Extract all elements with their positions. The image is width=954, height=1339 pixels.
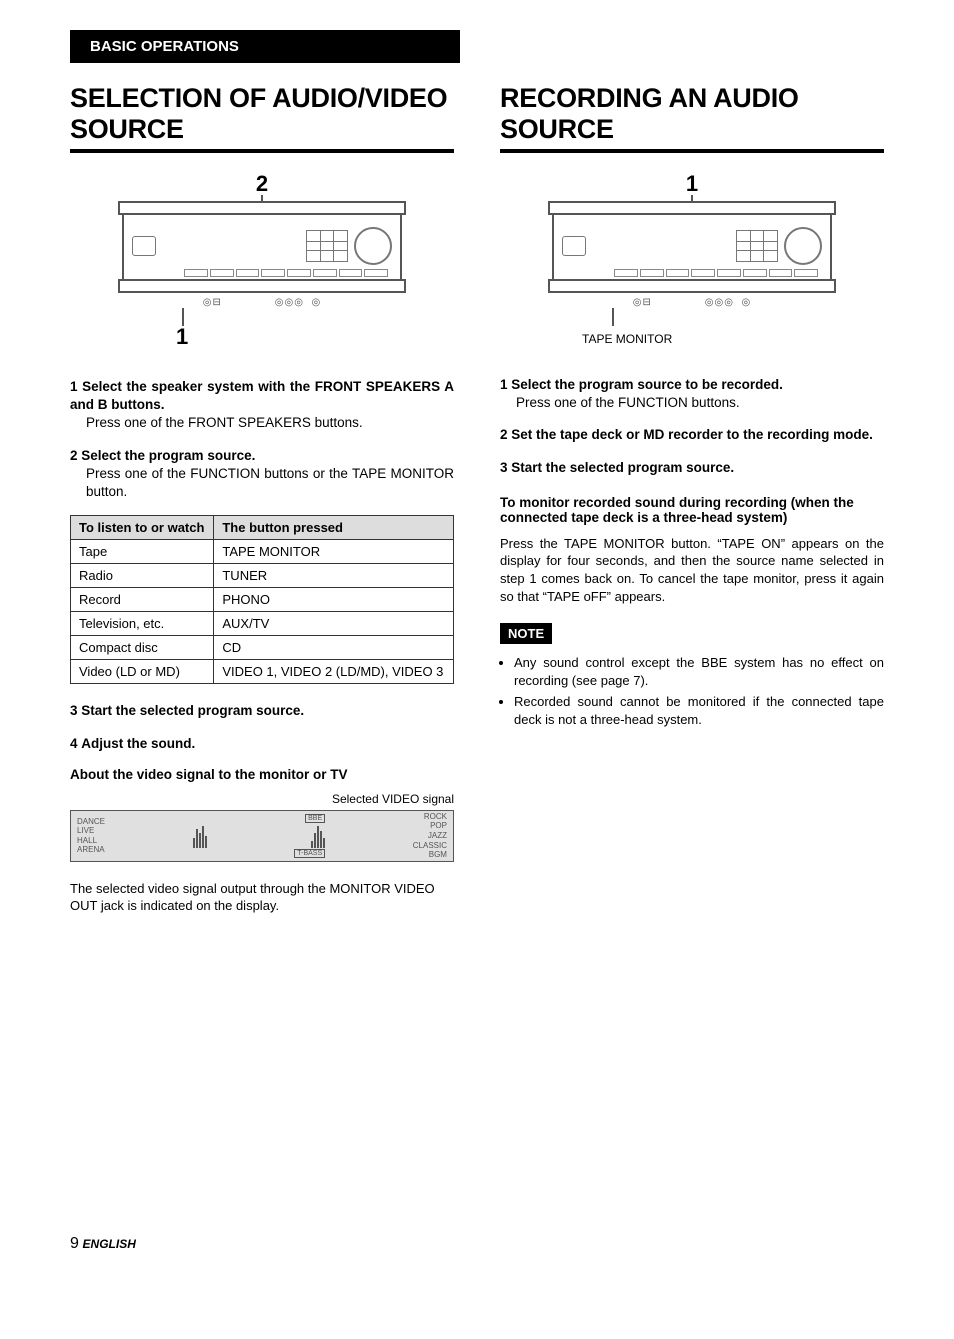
cell: AUX/TV [214,612,454,636]
table-header-row: To listen to or watch The button pressed [71,516,454,540]
device-grid-icon [306,230,348,262]
step-3: 3 Start the selected program source. [70,702,454,720]
step-num: 4 [70,736,78,751]
monitor-heading: To monitor recorded sound during recordi… [500,495,884,525]
table-row: RecordPHONO [71,588,454,612]
table-row: RadioTUNER [71,564,454,588]
step-num: 2 [500,427,508,442]
lcd-display: DANCE LIVE HALL ARENA BBE T-BASS ROCK PO… [70,810,454,862]
step-title: Select the speaker system with the FRONT… [70,379,454,412]
page-footer: 9 ENGLISH [70,1235,884,1253]
cell: PHONO [214,588,454,612]
device-slot-icon [562,236,586,256]
device-knob-icon [354,227,392,265]
cell: Radio [71,564,214,588]
device-grid-icon [736,230,778,262]
step-1: 1 Select the speaker system with the FRO… [70,378,454,433]
step-title: Select the program source to be recorded… [511,377,783,392]
step-num: 3 [500,460,508,475]
callout-label-1: 1 [552,173,832,195]
page-number: 9 [70,1235,79,1252]
step-num: 3 [70,703,78,718]
step-2: 2 Select the program source. Press one o… [70,447,454,502]
lcd-right-labels: ROCK POP JAZZ CLASSIC BGM [413,812,447,860]
step-title: Start the selected program source. [81,703,304,718]
step-1: 1 Select the program source to be record… [500,376,884,412]
lcd-tbass-badge: T-BASS [294,849,325,858]
device-outline [552,209,832,283]
lcd-bars-icon [311,824,325,848]
right-column: RECORDING AN AUDIO SOURCE 1 ◎⊟ [500,83,884,915]
cell: Compact disc [71,636,214,660]
language-label: ENGLISH [83,1237,136,1251]
monitor-body: Press the TAPE MONITOR button. “TAPE ON”… [500,535,884,605]
step-2: 2 Set the tape deck or MD recorder to th… [500,426,884,444]
device-bottom-controls: ◎⊟ ◎◎◎ ◎ [122,297,402,308]
step-body: Press one of the FUNCTION buttons. [500,394,884,412]
device-slot-icon [132,236,156,256]
step-num: 1 [70,379,78,394]
cell: TAPE MONITOR [214,540,454,564]
cell: Television, etc. [71,612,214,636]
lcd-label: Selected VIDEO signal [70,792,454,806]
lcd-bbe-badge: BBE [305,814,325,823]
left-column: SELECTION OF AUDIO/VIDEO SOURCE 2 [70,83,454,915]
device-outline [122,209,402,283]
device-button-row [614,269,818,277]
step-num: 1 [500,377,508,392]
lcd-caption: The selected video signal output through… [70,880,454,915]
table-row: TapeTAPE MONITOR [71,540,454,564]
step-4: 4 Adjust the sound. [70,735,454,753]
cell: VIDEO 1, VIDEO 2 (LD/MD), VIDEO 3 [214,660,454,684]
step-body: Press one of the FRONT SPEAKERS buttons. [70,414,454,432]
cell: Record [71,588,214,612]
step-title: Set the tape deck or MD recorder to the … [511,427,873,442]
lcd-bars-icon [193,824,207,848]
video-signal-heading: About the video signal to the monitor or… [70,767,454,782]
title-selection: SELECTION OF AUDIO/VIDEO SOURCE [70,83,454,145]
pointer-line [612,308,614,326]
cell: CD [214,636,454,660]
callout-label-2: 2 [122,173,402,195]
device-diagram-left: 2 ◎⊟ ◎◎◎ ◎ 1 [122,173,402,348]
cell: Video (LD or MD) [71,660,214,684]
step-3: 3 Start the selected program source. [500,459,884,477]
table-row: Video (LD or MD)VIDEO 1, VIDEO 2 (LD/MD)… [71,660,454,684]
step-body: Press one of the FUNCTION buttons or the… [70,465,454,501]
note-item: Recorded sound cannot be monitored if th… [514,693,884,728]
device-diagram-right: 1 ◎⊟ ◎◎◎ ◎ TAPE MONITOR [552,173,832,346]
note-list: Any sound control except the BBE system … [500,654,884,728]
cell: Tape [71,540,214,564]
note-item: Any sound control except the BBE system … [514,654,884,689]
function-table: To listen to or watch The button pressed… [70,515,454,684]
table-header: To listen to or watch [71,516,214,540]
device-bottom-controls: ◎⊟ ◎◎◎ ◎ [552,297,832,308]
step-title: Select the program source. [81,448,255,463]
callout-label-1: 1 [176,326,402,348]
step-title: Start the selected program source. [511,460,734,475]
title-underline [500,149,884,153]
table-header: The button pressed [214,516,454,540]
tape-monitor-label: TAPE MONITOR [582,332,832,346]
lcd-left-labels: DANCE LIVE HALL ARENA [77,817,105,855]
section-header: BASIC OPERATIONS [70,30,460,63]
manual-page: BASIC OPERATIONS SELECTION OF AUDIO/VIDE… [0,0,954,1293]
step-title: Adjust the sound. [81,736,195,751]
title-recording: RECORDING AN AUDIO SOURCE [500,83,884,145]
step-num: 2 [70,448,78,463]
device-button-row [184,269,388,277]
table-row: Television, etc.AUX/TV [71,612,454,636]
table-row: Compact discCD [71,636,454,660]
device-knob-icon [784,227,822,265]
title-underline [70,149,454,153]
cell: TUNER [214,564,454,588]
note-badge: NOTE [500,623,552,644]
